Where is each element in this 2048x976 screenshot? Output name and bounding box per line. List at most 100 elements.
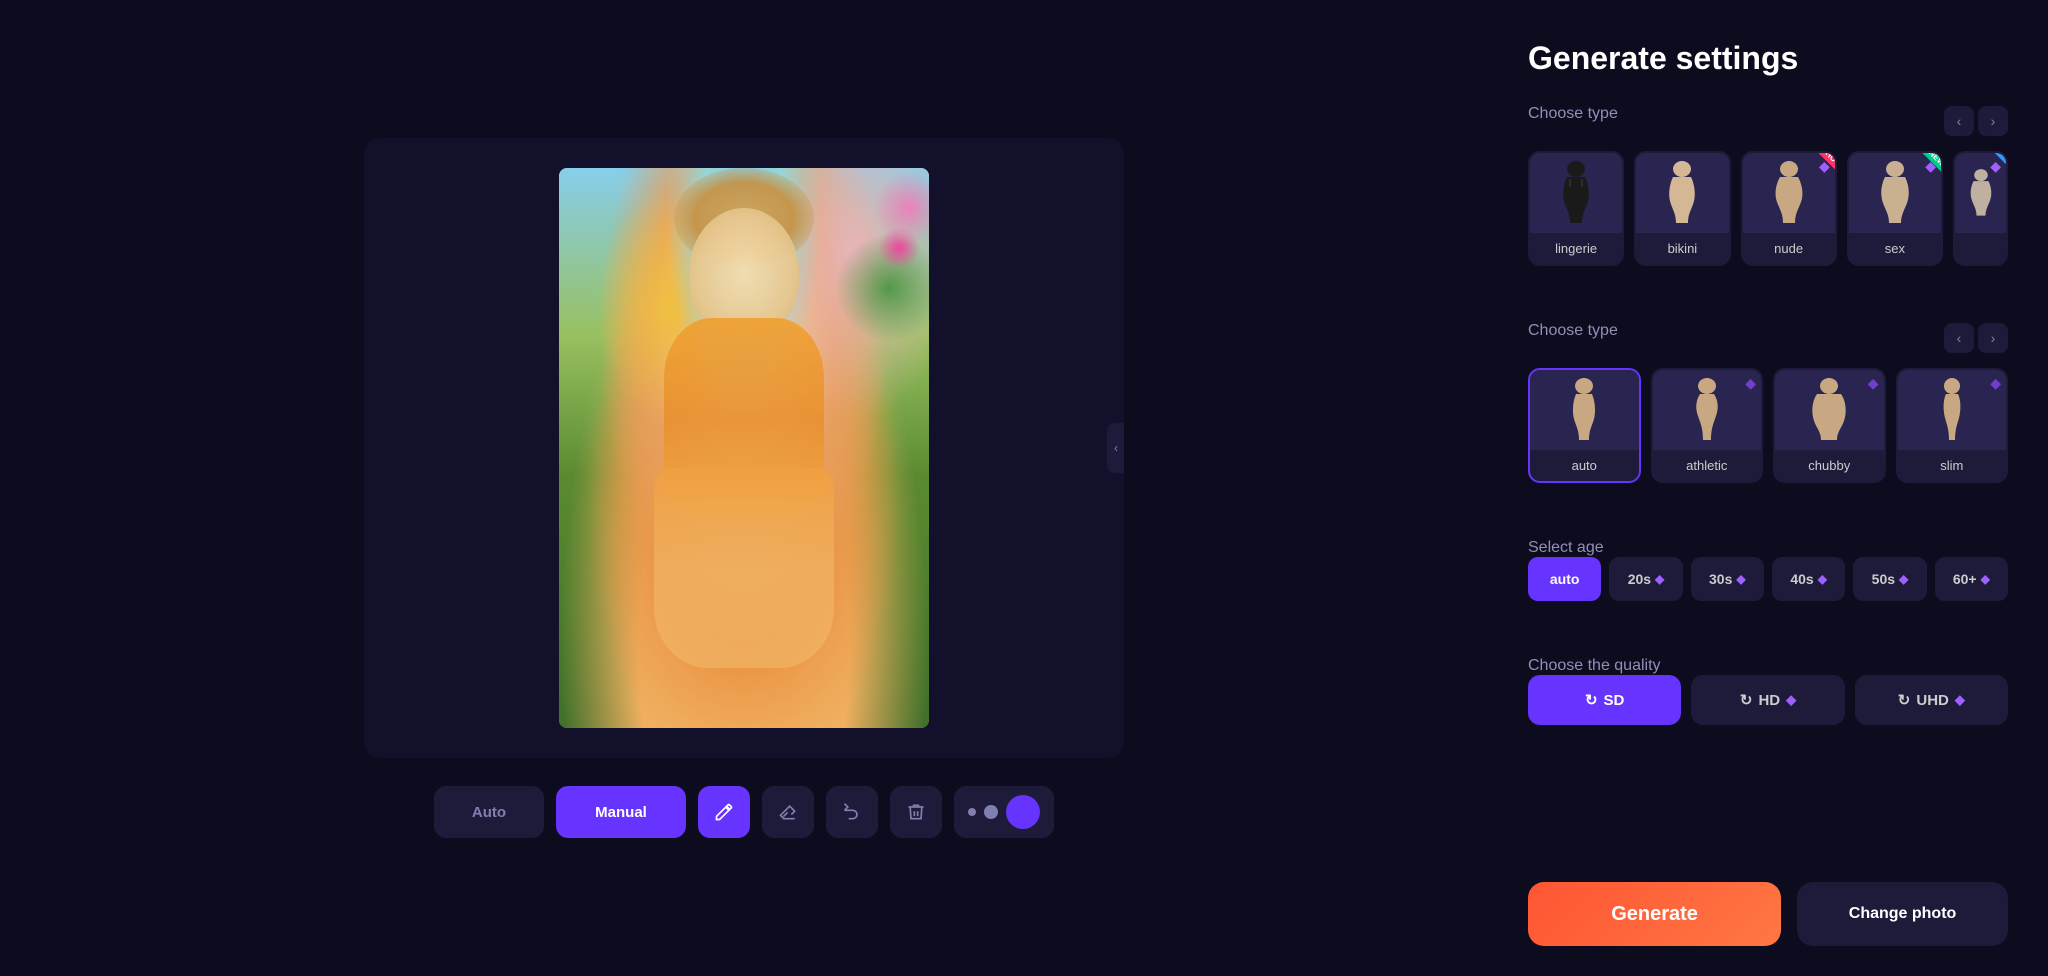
type-section-header: Choose type ‹ › — [1528, 105, 2008, 137]
change-photo-button[interactable]: Change photo — [1797, 882, 2008, 946]
type-card-bikini-img — [1636, 153, 1728, 233]
athletic-body-silhouette — [1687, 378, 1727, 443]
body-card-auto[interactable]: auto — [1528, 368, 1641, 483]
uhd-diamond-icon: ◆ — [1955, 692, 1965, 708]
age-auto-button[interactable]: auto — [1528, 557, 1601, 601]
type-card-sex[interactable]: NEW ◆ sex — [1847, 151, 1943, 266]
nude-diamond-icon: ◆ — [1819, 158, 1830, 175]
brush-icon — [714, 802, 734, 822]
body-card-slim-label: slim — [1898, 450, 2007, 481]
body-card-chubby-img: ◆ — [1775, 370, 1884, 450]
age-50s-button[interactable]: 50s ◆ — [1853, 557, 1926, 601]
trash-icon — [906, 802, 926, 822]
brush-size-medium[interactable] — [984, 805, 998, 819]
age-30s-button[interactable]: 30s ◆ — [1691, 557, 1764, 601]
bottom-actions: Generate Change photo — [1528, 882, 2008, 946]
eraser-tool-button[interactable] — [762, 786, 814, 838]
type-card-bikini-label: bikini — [1636, 233, 1728, 264]
extra-diamond-icon: ◆ — [1990, 158, 2001, 175]
sd-refresh-icon: ↻ — [1585, 691, 1598, 709]
quality-buttons-row: ↻ SD ↻ HD ◆ ↻ UHD ◆ — [1528, 675, 2008, 725]
age-60plus-button[interactable]: 60+ ◆ — [1935, 557, 2008, 601]
undo-icon — [842, 802, 862, 822]
body-card-athletic[interactable]: ◆ athletic — [1651, 368, 1764, 483]
slim-body-silhouette — [1936, 378, 1968, 443]
body-prev-arrow[interactable]: ‹ — [1944, 323, 1974, 353]
generate-button[interactable]: Generate — [1528, 882, 1781, 946]
body-card-auto-label: auto — [1530, 450, 1639, 481]
choose-type-label: Choose type — [1528, 105, 1618, 123]
delete-button[interactable] — [890, 786, 942, 838]
bikini-silhouette — [1662, 161, 1702, 226]
undo-button[interactable] — [826, 786, 878, 838]
age-50s-diamond: ◆ — [1899, 572, 1908, 586]
age-20s-diamond: ◆ — [1655, 572, 1664, 586]
manual-mode-button[interactable]: Manual — [556, 786, 686, 838]
choose-quality-label: Choose the quality — [1528, 657, 1661, 674]
choose-type-section: Choose type ‹ › lingerie — [1528, 105, 2008, 294]
eraser-icon — [778, 802, 798, 822]
hd-refresh-icon: ↻ — [1740, 691, 1753, 709]
type-next-arrow[interactable]: › — [1978, 106, 2008, 136]
body-nav-arrows: ‹ › — [1944, 323, 2008, 353]
type-prev-arrow[interactable]: ‹ — [1944, 106, 1974, 136]
auto-body-silhouette — [1564, 378, 1604, 443]
hd-diamond-icon: ◆ — [1786, 692, 1796, 708]
body-next-arrow[interactable]: › — [1978, 323, 2008, 353]
type-card-bikini[interactable]: bikini — [1634, 151, 1730, 266]
canvas-area: ‹ — [364, 138, 1124, 758]
type-card-lingerie[interactable]: lingerie — [1528, 151, 1624, 266]
type-card-lingerie-img — [1530, 153, 1622, 233]
type-card-nude[interactable]: HOT ◆ nude — [1741, 151, 1837, 266]
type-card-sex-img: NEW ◆ — [1849, 153, 1941, 233]
brush-size-selector[interactable] — [954, 786, 1054, 838]
quality-uhd-button[interactable]: ↻ UHD ◆ — [1855, 675, 2008, 725]
sex-diamond-icon: ◆ — [1925, 158, 1936, 175]
age-60plus-diamond: ◆ — [1981, 572, 1990, 586]
brush-tool-button[interactable] — [698, 786, 750, 838]
lingerie-silhouette — [1556, 161, 1596, 226]
main-photo — [559, 168, 929, 728]
right-panel: Generate settings Choose type ‹ › — [1488, 0, 2048, 976]
type-card-extra[interactable]: NEXT ◆ — [1953, 151, 2008, 266]
body-card-athletic-img: ◆ — [1653, 370, 1762, 450]
brush-size-small[interactable] — [968, 808, 976, 816]
body-cards-row: auto ◆ athletic — [1528, 368, 2008, 483]
type-card-extra-img: NEXT ◆ — [1955, 153, 2006, 233]
athletic-diamond-icon: ◆ — [1745, 375, 1756, 392]
type-cards-row: lingerie bikini — [1528, 151, 2008, 266]
type-card-lingerie-label: lingerie — [1530, 233, 1622, 264]
body-card-athletic-label: athletic — [1653, 450, 1762, 481]
choose-body-section: Choose type ‹ › auto — [1528, 322, 2008, 511]
age-40s-button[interactable]: 40s ◆ — [1772, 557, 1845, 601]
toolbar: Auto Manual — [434, 786, 1054, 838]
type-card-nude-img: HOT ◆ — [1743, 153, 1835, 233]
choose-body-label: Choose type — [1528, 322, 1618, 340]
collapse-arrow[interactable]: ‹ — [1107, 423, 1124, 473]
body-card-chubby[interactable]: ◆ chubby — [1773, 368, 1886, 483]
brush-size-large[interactable] — [1006, 795, 1040, 829]
body-section-header: Choose type ‹ › — [1528, 322, 2008, 354]
type-card-sex-label: sex — [1849, 233, 1941, 264]
body-card-slim[interactable]: ◆ slim — [1896, 368, 2009, 483]
type-nav-arrows: ‹ › — [1944, 106, 2008, 136]
type-card-nude-label: nude — [1743, 233, 1835, 264]
chubby-body-silhouette — [1807, 378, 1852, 443]
settings-title: Generate settings — [1528, 40, 2008, 77]
choose-quality-section: Choose the quality ↻ SD ↻ HD ◆ ↻ UHD ◆ — [1528, 657, 2008, 765]
select-age-section: Select age auto 20s ◆ 30s ◆ 40s ◆ 50s ◆ … — [1528, 539, 2008, 629]
body-card-slim-img: ◆ — [1898, 370, 2007, 450]
slim-diamond-icon: ◆ — [1990, 375, 2001, 392]
age-40s-diamond: ◆ — [1818, 572, 1827, 586]
auto-mode-button[interactable]: Auto — [434, 786, 544, 838]
quality-hd-button[interactable]: ↻ HD ◆ — [1691, 675, 1844, 725]
chubby-diamond-icon: ◆ — [1868, 375, 1879, 392]
select-age-label: Select age — [1528, 539, 1604, 556]
quality-sd-button[interactable]: ↻ SD — [1528, 675, 1681, 725]
body-card-auto-img — [1530, 370, 1639, 450]
photo-content — [559, 168, 929, 728]
left-panel: ‹ Auto Manual — [0, 0, 1488, 976]
age-20s-button[interactable]: 20s ◆ — [1609, 557, 1682, 601]
body-card-chubby-label: chubby — [1775, 450, 1884, 481]
uhd-refresh-icon: ↻ — [1898, 691, 1911, 709]
